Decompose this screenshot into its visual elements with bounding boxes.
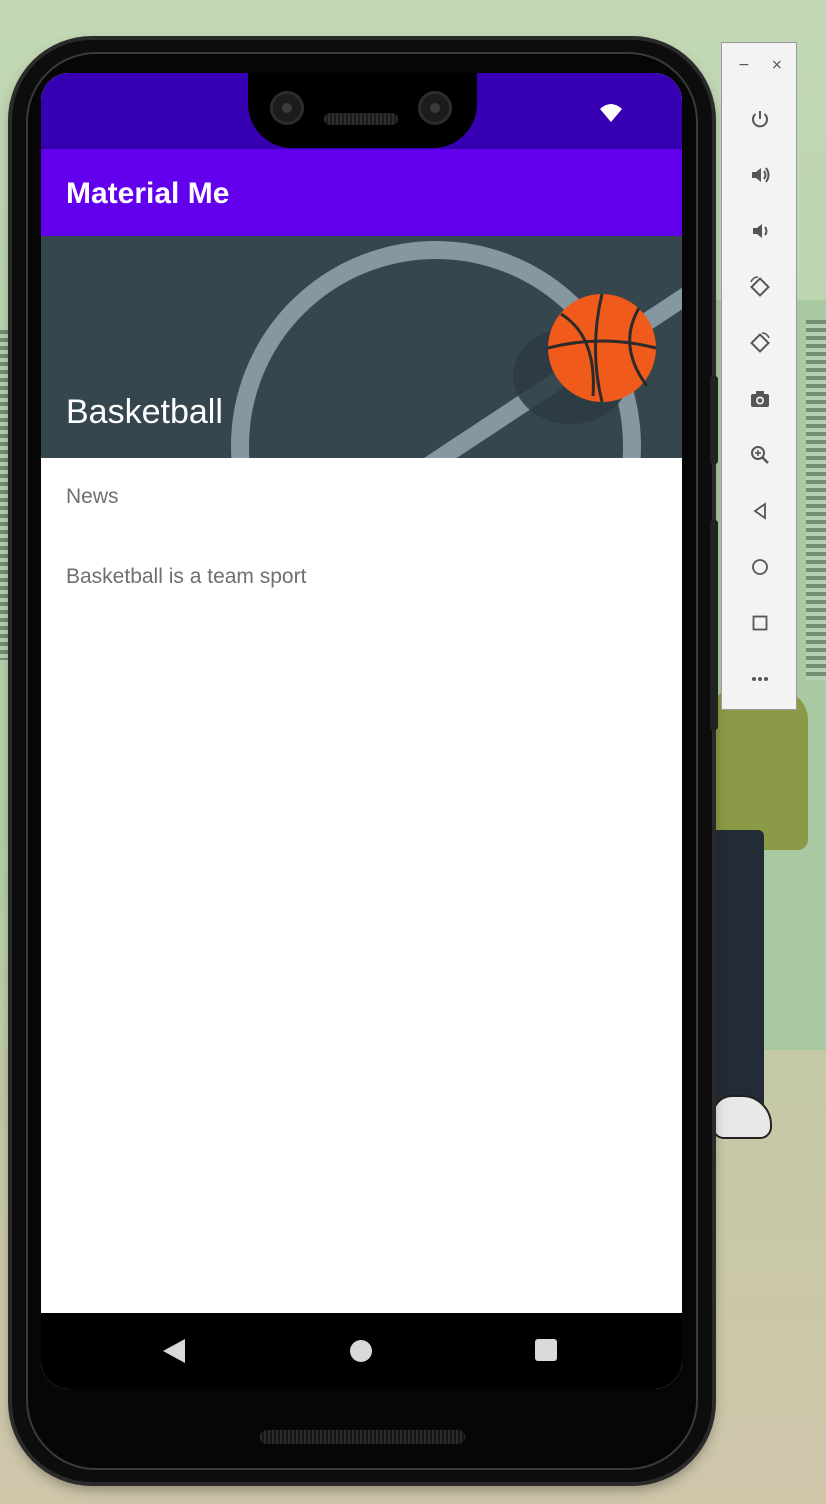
basketball-icon <box>547 293 657 403</box>
rotate-right-icon <box>750 332 770 353</box>
close-button[interactable]: × <box>771 57 783 73</box>
camera-icon <box>751 391 769 407</box>
phone-volume-side-button <box>710 520 718 730</box>
emulator-more-button[interactable] <box>740 659 780 699</box>
wifi-icon <box>600 104 622 122</box>
phone-bottom-speaker <box>260 1430 465 1444</box>
emulator-window-controls: − × <box>722 57 798 81</box>
recents-icon[interactable] <box>535 1339 557 1361</box>
back-icon[interactable] <box>163 1339 185 1363</box>
app-title: Material Me <box>66 177 230 210</box>
emulator-toolbar: − × <box>721 42 797 710</box>
navigation-bar <box>41 1313 682 1389</box>
phone-power-side-button <box>710 376 718 464</box>
card-subtitle: News <box>66 485 119 508</box>
emulator-back-button[interactable] <box>740 491 780 531</box>
wallpaper-figure-coat <box>712 690 808 850</box>
wallpaper-figure-pants <box>712 830 764 1110</box>
front-camera-right <box>418 91 452 125</box>
rotate-left-button[interactable] <box>740 267 780 307</box>
volume-down-icon <box>753 224 768 238</box>
back-icon <box>753 502 766 520</box>
volume-up-button[interactable] <box>740 155 780 195</box>
zoom-icon <box>751 446 769 464</box>
phone-notch <box>248 73 477 148</box>
volume-down-button[interactable] <box>740 211 780 251</box>
rotate-right-button[interactable] <box>740 323 780 363</box>
overview-icon <box>752 615 768 631</box>
card-title: Basketball <box>66 393 223 431</box>
minimize-button[interactable]: − <box>738 57 750 73</box>
power-icon <box>752 111 768 128</box>
rotate-left-icon <box>750 276 770 297</box>
wallpaper-window <box>806 320 826 680</box>
phone-screen: Material Me Basketball News Basketball i… <box>41 73 682 1389</box>
emulator-overview-button[interactable] <box>740 603 780 643</box>
zoom-button[interactable] <box>740 435 780 475</box>
emulator-home-button[interactable] <box>740 547 780 587</box>
home-icon <box>752 559 768 575</box>
front-camera-left <box>270 91 304 125</box>
earpiece-speaker <box>324 113 398 125</box>
app-bar: Material Me <box>41 149 682 236</box>
volume-up-icon <box>752 167 770 183</box>
power-button[interactable] <box>740 99 780 139</box>
home-icon[interactable] <box>350 1340 372 1362</box>
more-icon <box>752 677 768 681</box>
screenshot-button[interactable] <box>740 379 780 419</box>
card-info-text: Basketball is a team sport <box>66 565 307 588</box>
card-header-image: Basketball <box>41 236 682 458</box>
